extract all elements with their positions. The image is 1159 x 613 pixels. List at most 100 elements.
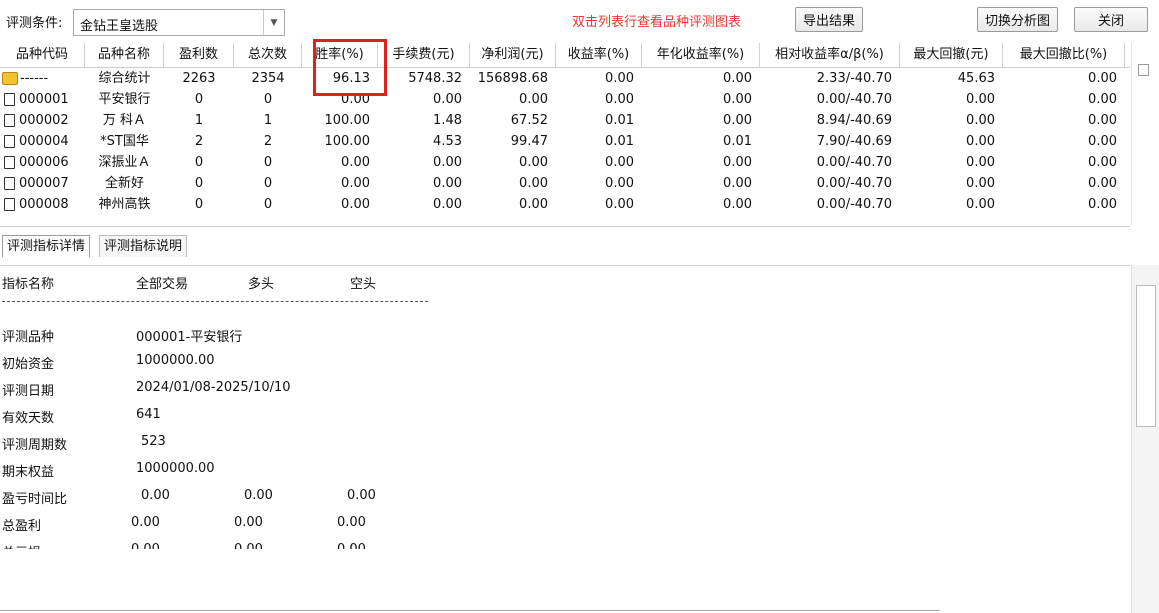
cell-name: 平安银行 xyxy=(98,92,151,107)
cell-annual: 0.00 xyxy=(723,197,752,212)
code-text: 000008 xyxy=(19,197,69,212)
table-row[interactable]: 000008 神州高铁 0 0 0.00 0.00 0.00 0.00 0.00 0.00/-40… xyxy=(0,194,1130,215)
cell-rel: 0.00/-40.70 xyxy=(816,92,892,107)
cell-ret: 0.00 xyxy=(605,155,634,170)
column-header[interactable]: 手续费(元) xyxy=(378,43,470,67)
cell-annual: 0.00 xyxy=(723,176,752,191)
cell-profit: 156898.68 xyxy=(477,71,548,86)
column-header[interactable]: 最大回撤比(%) xyxy=(1003,43,1125,67)
bottom-border xyxy=(0,610,940,611)
code-text: 000004 xyxy=(19,134,69,149)
export-button[interactable]: 导出结果 xyxy=(795,7,863,32)
scrollbar-thumb[interactable] xyxy=(1136,285,1156,427)
scrollbar-thumb[interactable] xyxy=(1138,64,1149,76)
win-rate-highlight xyxy=(313,39,387,96)
detail-header-short: 空头 xyxy=(350,277,377,292)
table-scrollbar[interactable] xyxy=(1131,43,1159,225)
detail-label: 评测周期数 xyxy=(2,438,68,453)
cell-total: 2 xyxy=(263,134,273,149)
cell-dd: 0.00 xyxy=(966,134,995,149)
cell-fee: 0.00 xyxy=(433,197,462,212)
chevron-down-icon[interactable]: ▼ xyxy=(263,10,284,35)
condition-select[interactable]: 金钻王皇选股 ▼ xyxy=(73,9,285,36)
cell-code: 000002 xyxy=(0,110,85,131)
cell-profit: 67.52 xyxy=(510,113,548,128)
toolbar: 评测条件: 金钻王皇选股 ▼ 双击列表行查看品种评测图表 导出结果 切换分析图 … xyxy=(0,0,1159,42)
cell-ret: 0.00 xyxy=(605,92,634,107)
cell-win: 2 xyxy=(194,134,204,149)
cell-annual: 0.00 xyxy=(723,92,752,107)
tab-indicator-explanation[interactable]: 评测指标说明 xyxy=(99,235,188,257)
detail-value-long: 0.00 xyxy=(244,488,273,503)
table-row[interactable]: 000002 万 科Ａ 1 1 100.00 1.48 67.52 0.01 0.00 8.94/… xyxy=(0,110,1130,131)
detail-value-short: 0.00 xyxy=(347,488,376,503)
cell-dd: 0.00 xyxy=(966,92,995,107)
hint-text: 双击列表行查看品种评测图表 xyxy=(572,15,742,30)
divider xyxy=(2,301,428,302)
switch-chart-button[interactable]: 切换分析图 xyxy=(977,7,1058,32)
detail-value: 2024/01/08-2025/10/10 xyxy=(136,380,291,395)
cell-ddr: 0.00 xyxy=(1088,92,1117,107)
cell-name: 综合统计 xyxy=(98,71,151,86)
document-icon xyxy=(4,198,15,211)
table-row[interactable]: 000004 *ST国华 2 2 100.00 4.53 99.47 0.01 0.01 7.90… xyxy=(0,131,1130,152)
cell-total: 2354 xyxy=(251,71,285,86)
table-row[interactable]: ------ 综合统计 2263 2354 96.13 5748.32 156898.68 0… xyxy=(0,68,1130,89)
document-icon xyxy=(4,93,15,106)
cell-ret: 0.01 xyxy=(605,113,634,128)
cell-profit: 0.00 xyxy=(519,176,548,191)
cell-fee: 0.00 xyxy=(433,155,462,170)
column-header[interactable]: 盈利数 xyxy=(164,43,234,67)
table-row[interactable]: 000007 全新好 0 0 0.00 0.00 0.00 0.00 0.00 0.00/-40.… xyxy=(0,173,1130,194)
column-header[interactable]: 年化收益率(%) xyxy=(642,43,760,67)
cell-code: 000001 xyxy=(0,89,85,110)
cell-ddr: 0.00 xyxy=(1088,113,1117,128)
cell-total: 0 xyxy=(263,176,273,191)
cell-annual: 0.01 xyxy=(723,134,752,149)
detail-header-all: 全部交易 xyxy=(136,277,189,292)
detail-label: 评测日期 xyxy=(2,384,55,399)
column-header[interactable]: 收益率(%) xyxy=(556,43,642,67)
cell-rate: 0.00 xyxy=(341,197,370,212)
detail-label: 盈亏时间比 xyxy=(2,492,68,507)
cell-rate: 0.00 xyxy=(341,176,370,191)
cell-profit: 0.00 xyxy=(519,155,548,170)
code-text: ------ xyxy=(20,71,49,86)
cell-annual: 0.00 xyxy=(723,71,752,86)
code-text: 000002 xyxy=(19,113,69,128)
column-header[interactable]: 品种代码 xyxy=(0,43,85,67)
column-header[interactable]: 总次数 xyxy=(234,43,302,67)
detail-scrollbar[interactable] xyxy=(1131,265,1159,613)
condition-value: 金钻王皇选股 xyxy=(80,19,159,34)
cell-ddr: 0.00 xyxy=(1088,176,1117,191)
cell-name: 深振业Ａ xyxy=(98,155,151,170)
tab-indicator-detail[interactable]: 评测指标详情 xyxy=(2,235,91,257)
table-row[interactable]: 000006 深振业Ａ 0 0 0.00 0.00 0.00 0.00 0.00 0.00/-40… xyxy=(0,152,1130,173)
cell-ddr: 0.00 xyxy=(1088,197,1117,212)
code-text: 000006 xyxy=(19,155,69,170)
cell-annual: 0.00 xyxy=(723,113,752,128)
cell-total: 1 xyxy=(263,113,273,128)
detail-value-all: 0.00 xyxy=(131,542,160,549)
summary-icon xyxy=(2,72,18,85)
cell-ddr: 0.00 xyxy=(1088,134,1117,149)
detail-value: 641 xyxy=(136,407,161,422)
column-header[interactable]: 净利润(元) xyxy=(470,43,556,67)
cell-rate: 0.00 xyxy=(341,155,370,170)
cell-ddr: 0.00 xyxy=(1088,155,1117,170)
detail-value-long: 0.00 xyxy=(234,515,263,530)
cell-rel: 8.94/-40.69 xyxy=(816,113,892,128)
table-row[interactable]: 000001 平安银行 0 0 0.00 0.00 0.00 0.00 0.00 0.00/-40… xyxy=(0,89,1130,110)
code-text: 000007 xyxy=(19,176,69,191)
cell-name: 神州高铁 xyxy=(98,197,151,212)
cell-win: 0 xyxy=(194,92,204,107)
cell-win: 1 xyxy=(194,113,204,128)
cell-code: ------ xyxy=(0,68,85,89)
close-button[interactable]: 关闭 xyxy=(1074,7,1148,32)
cell-rate: 100.00 xyxy=(324,113,371,128)
detail-label: 总盈利 xyxy=(2,519,42,534)
column-header[interactable]: 品种名称 xyxy=(85,43,164,67)
cell-fee: 1.48 xyxy=(433,113,462,128)
column-header[interactable]: 相对收益率α/β(%) xyxy=(760,43,900,67)
column-header[interactable]: 最大回撤(元) xyxy=(900,43,1003,67)
